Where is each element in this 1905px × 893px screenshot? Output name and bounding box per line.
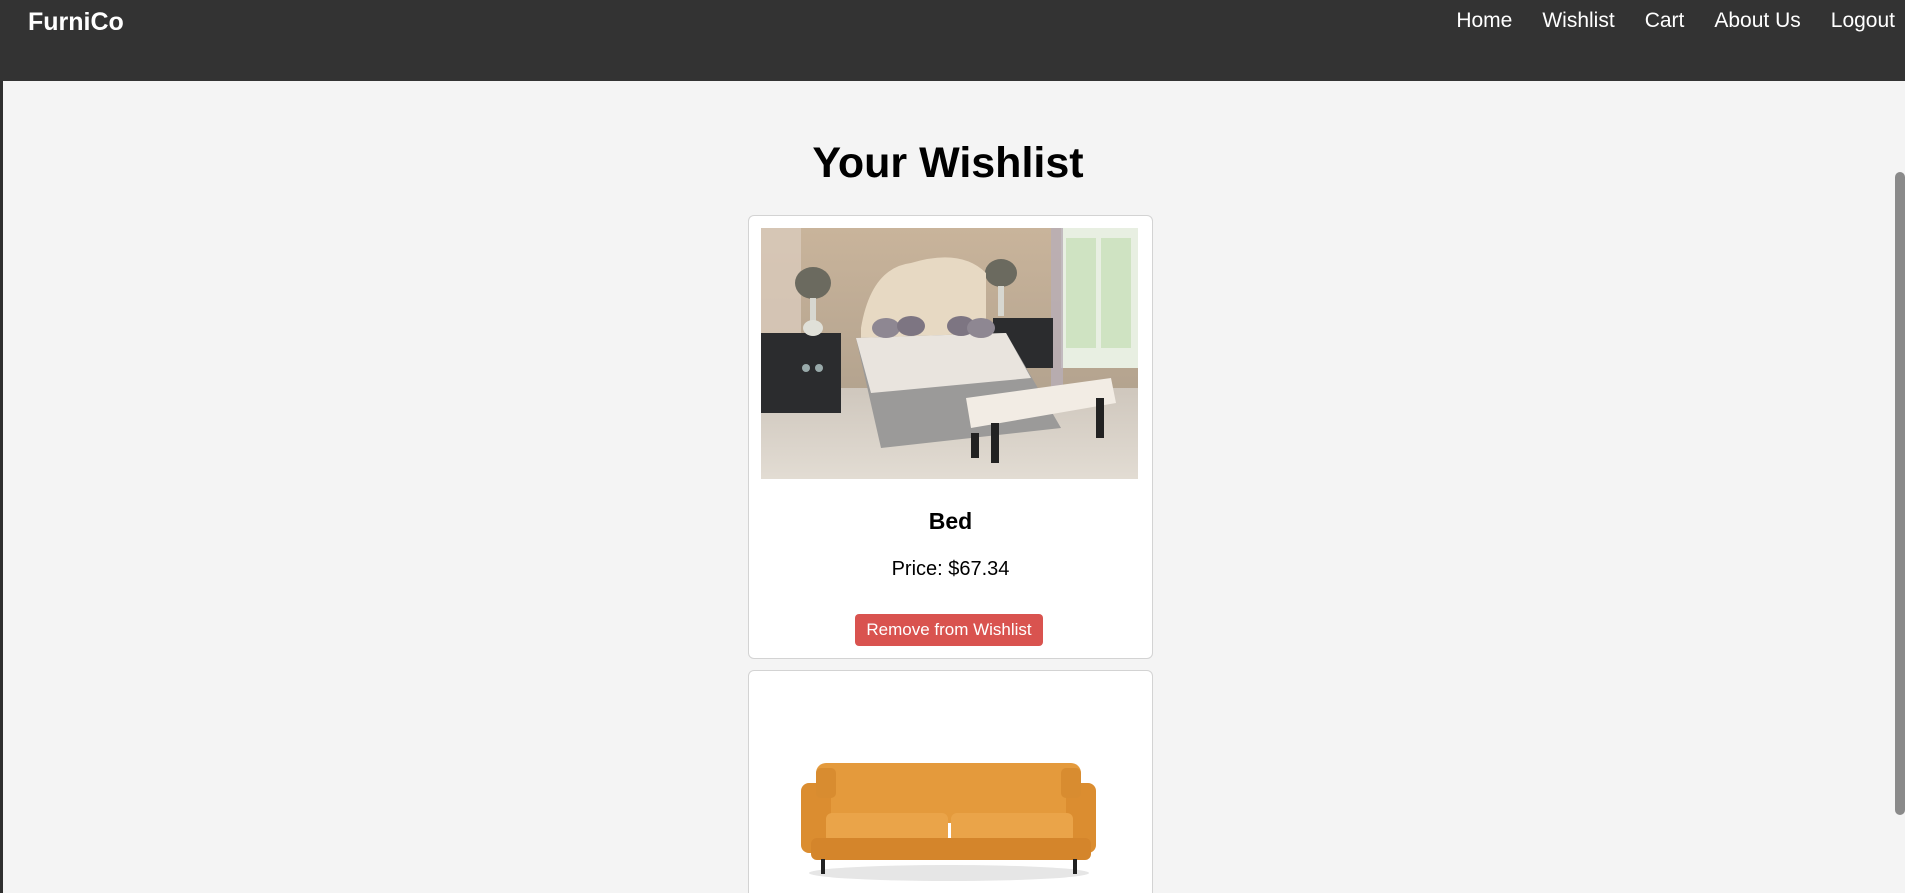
wishlist-card: Bed Price: $67.34 Remove from Wishlist	[748, 215, 1153, 659]
page-title: Your Wishlist	[812, 139, 1084, 187]
nav-home[interactable]: Home	[1456, 9, 1512, 33]
nav-about-us[interactable]: About Us	[1714, 9, 1800, 33]
bed-image	[761, 228, 1138, 479]
nav-cart[interactable]: Cart	[1645, 9, 1685, 33]
main-content: Your Wishlist Bed Price: $67.34 Remove f…	[3, 81, 1905, 893]
remove-from-wishlist-button[interactable]: Remove from Wishlist	[855, 614, 1043, 646]
nav-wishlist[interactable]: Wishlist	[1542, 9, 1614, 33]
product-price: Price: $67.34	[891, 558, 1010, 580]
brand-logo[interactable]: FurniCo	[28, 8, 124, 37]
wishlist-card	[748, 670, 1153, 893]
nav-logout[interactable]: Logout	[1831, 9, 1895, 33]
top-navbar: FurniCo Home Wishlist Cart About Us Logo…	[0, 0, 1905, 81]
product-name: Bed	[928, 508, 973, 534]
main-nav: Home Wishlist Cart About Us Logout	[1426, 9, 1895, 33]
vertical-scrollbar[interactable]	[1895, 172, 1905, 815]
sofa-image	[761, 683, 1138, 893]
